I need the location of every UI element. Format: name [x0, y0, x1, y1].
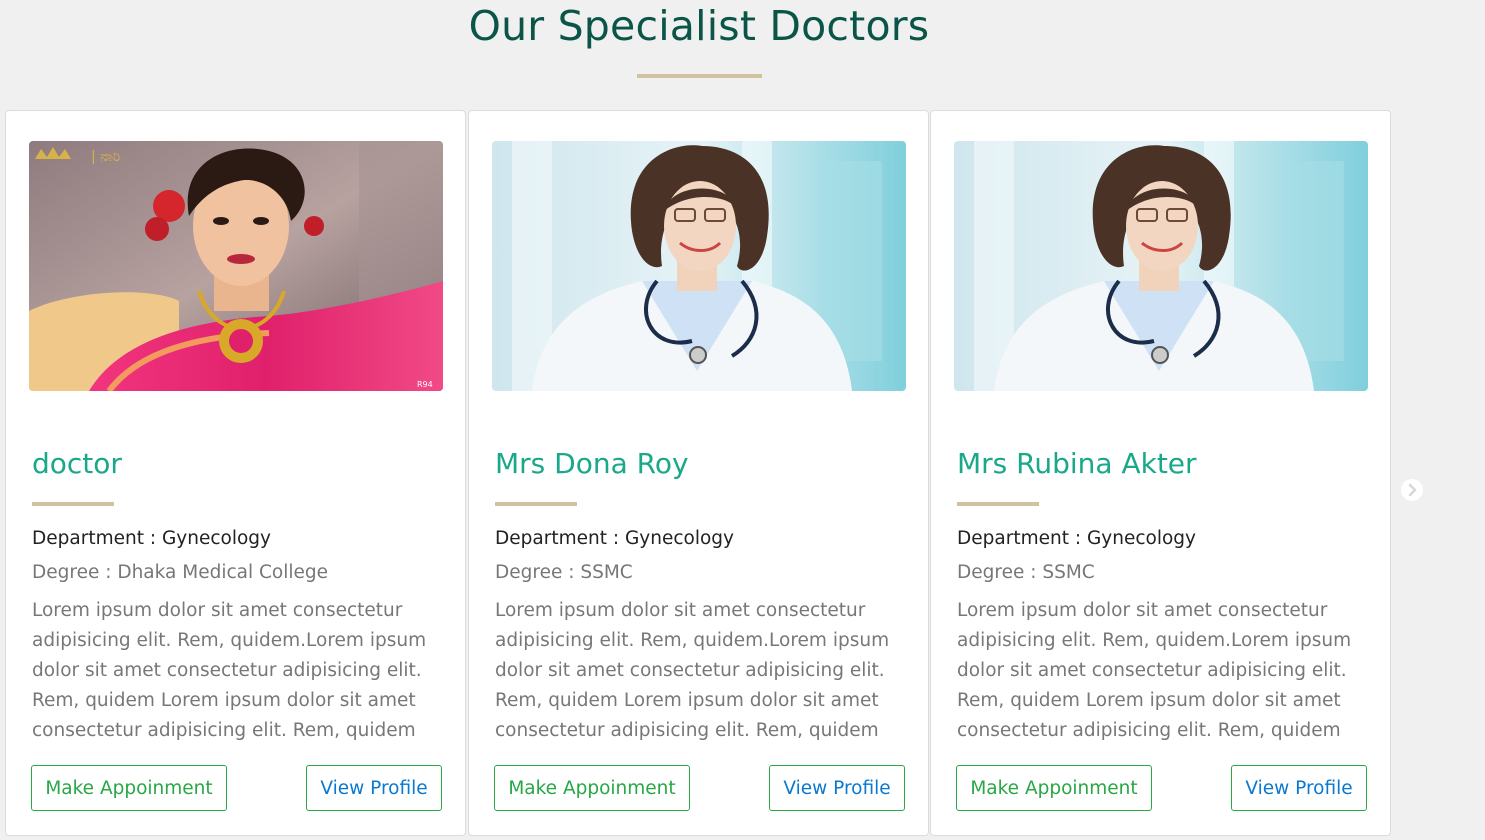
doctor-photo	[954, 141, 1368, 391]
doctor-card: | ನಾರಿ R94 doctor Department : Gynecolog…	[5, 110, 466, 836]
doctor-description: Lorem ipsum dolor sit amet consectetur a…	[32, 600, 427, 741]
doctor-card: Mrs Dona Roy Department : Gynecology Deg…	[468, 110, 929, 836]
name-divider	[957, 502, 1039, 506]
doctor-degree: Degree : SSMC	[495, 562, 633, 583]
name-divider	[495, 502, 577, 506]
doctor-degree: Degree : SSMC	[957, 562, 1095, 583]
doctor-photo: | ನಾರಿ R94	[29, 141, 443, 391]
make-appointment-button[interactable]: Make Appoinment	[956, 765, 1152, 811]
doctor-description: Lorem ipsum dolor sit amet consectetur a…	[495, 600, 890, 741]
doctor-department: Department : Gynecology	[32, 528, 271, 549]
carousel-next-button[interactable]	[1401, 479, 1423, 501]
view-profile-button[interactable]: View Profile	[306, 765, 442, 811]
doctor-card: Mrs Rubina Akter Department : Gynecology…	[930, 110, 1391, 836]
doctor-department: Department : Gynecology	[495, 528, 734, 549]
doctor-description: Lorem ipsum dolor sit amet consectetur a…	[957, 600, 1352, 741]
doctor-name: Mrs Rubina Akter	[957, 447, 1197, 480]
name-divider	[32, 502, 114, 506]
doctor-name: doctor	[32, 447, 122, 480]
svg-text:| ನಾರಿ: | ನಾರಿ	[91, 149, 120, 165]
doctor-department: Department : Gynecology	[957, 528, 1196, 549]
section-title: Our Specialist Doctors	[468, 2, 930, 50]
chevron-right-icon	[1402, 480, 1422, 500]
view-profile-button[interactable]: View Profile	[1231, 765, 1367, 811]
doctor-photo	[492, 141, 906, 391]
doctor-degree: Degree : Dhaka Medical College	[32, 562, 329, 583]
doctor-name: Mrs Dona Roy	[495, 447, 689, 480]
title-divider	[637, 74, 762, 78]
make-appointment-button[interactable]: Make Appoinment	[494, 765, 690, 811]
make-appointment-button[interactable]: Make Appoinment	[31, 765, 227, 811]
view-profile-button[interactable]: View Profile	[769, 765, 905, 811]
svg-text:R94: R94	[417, 380, 433, 389]
